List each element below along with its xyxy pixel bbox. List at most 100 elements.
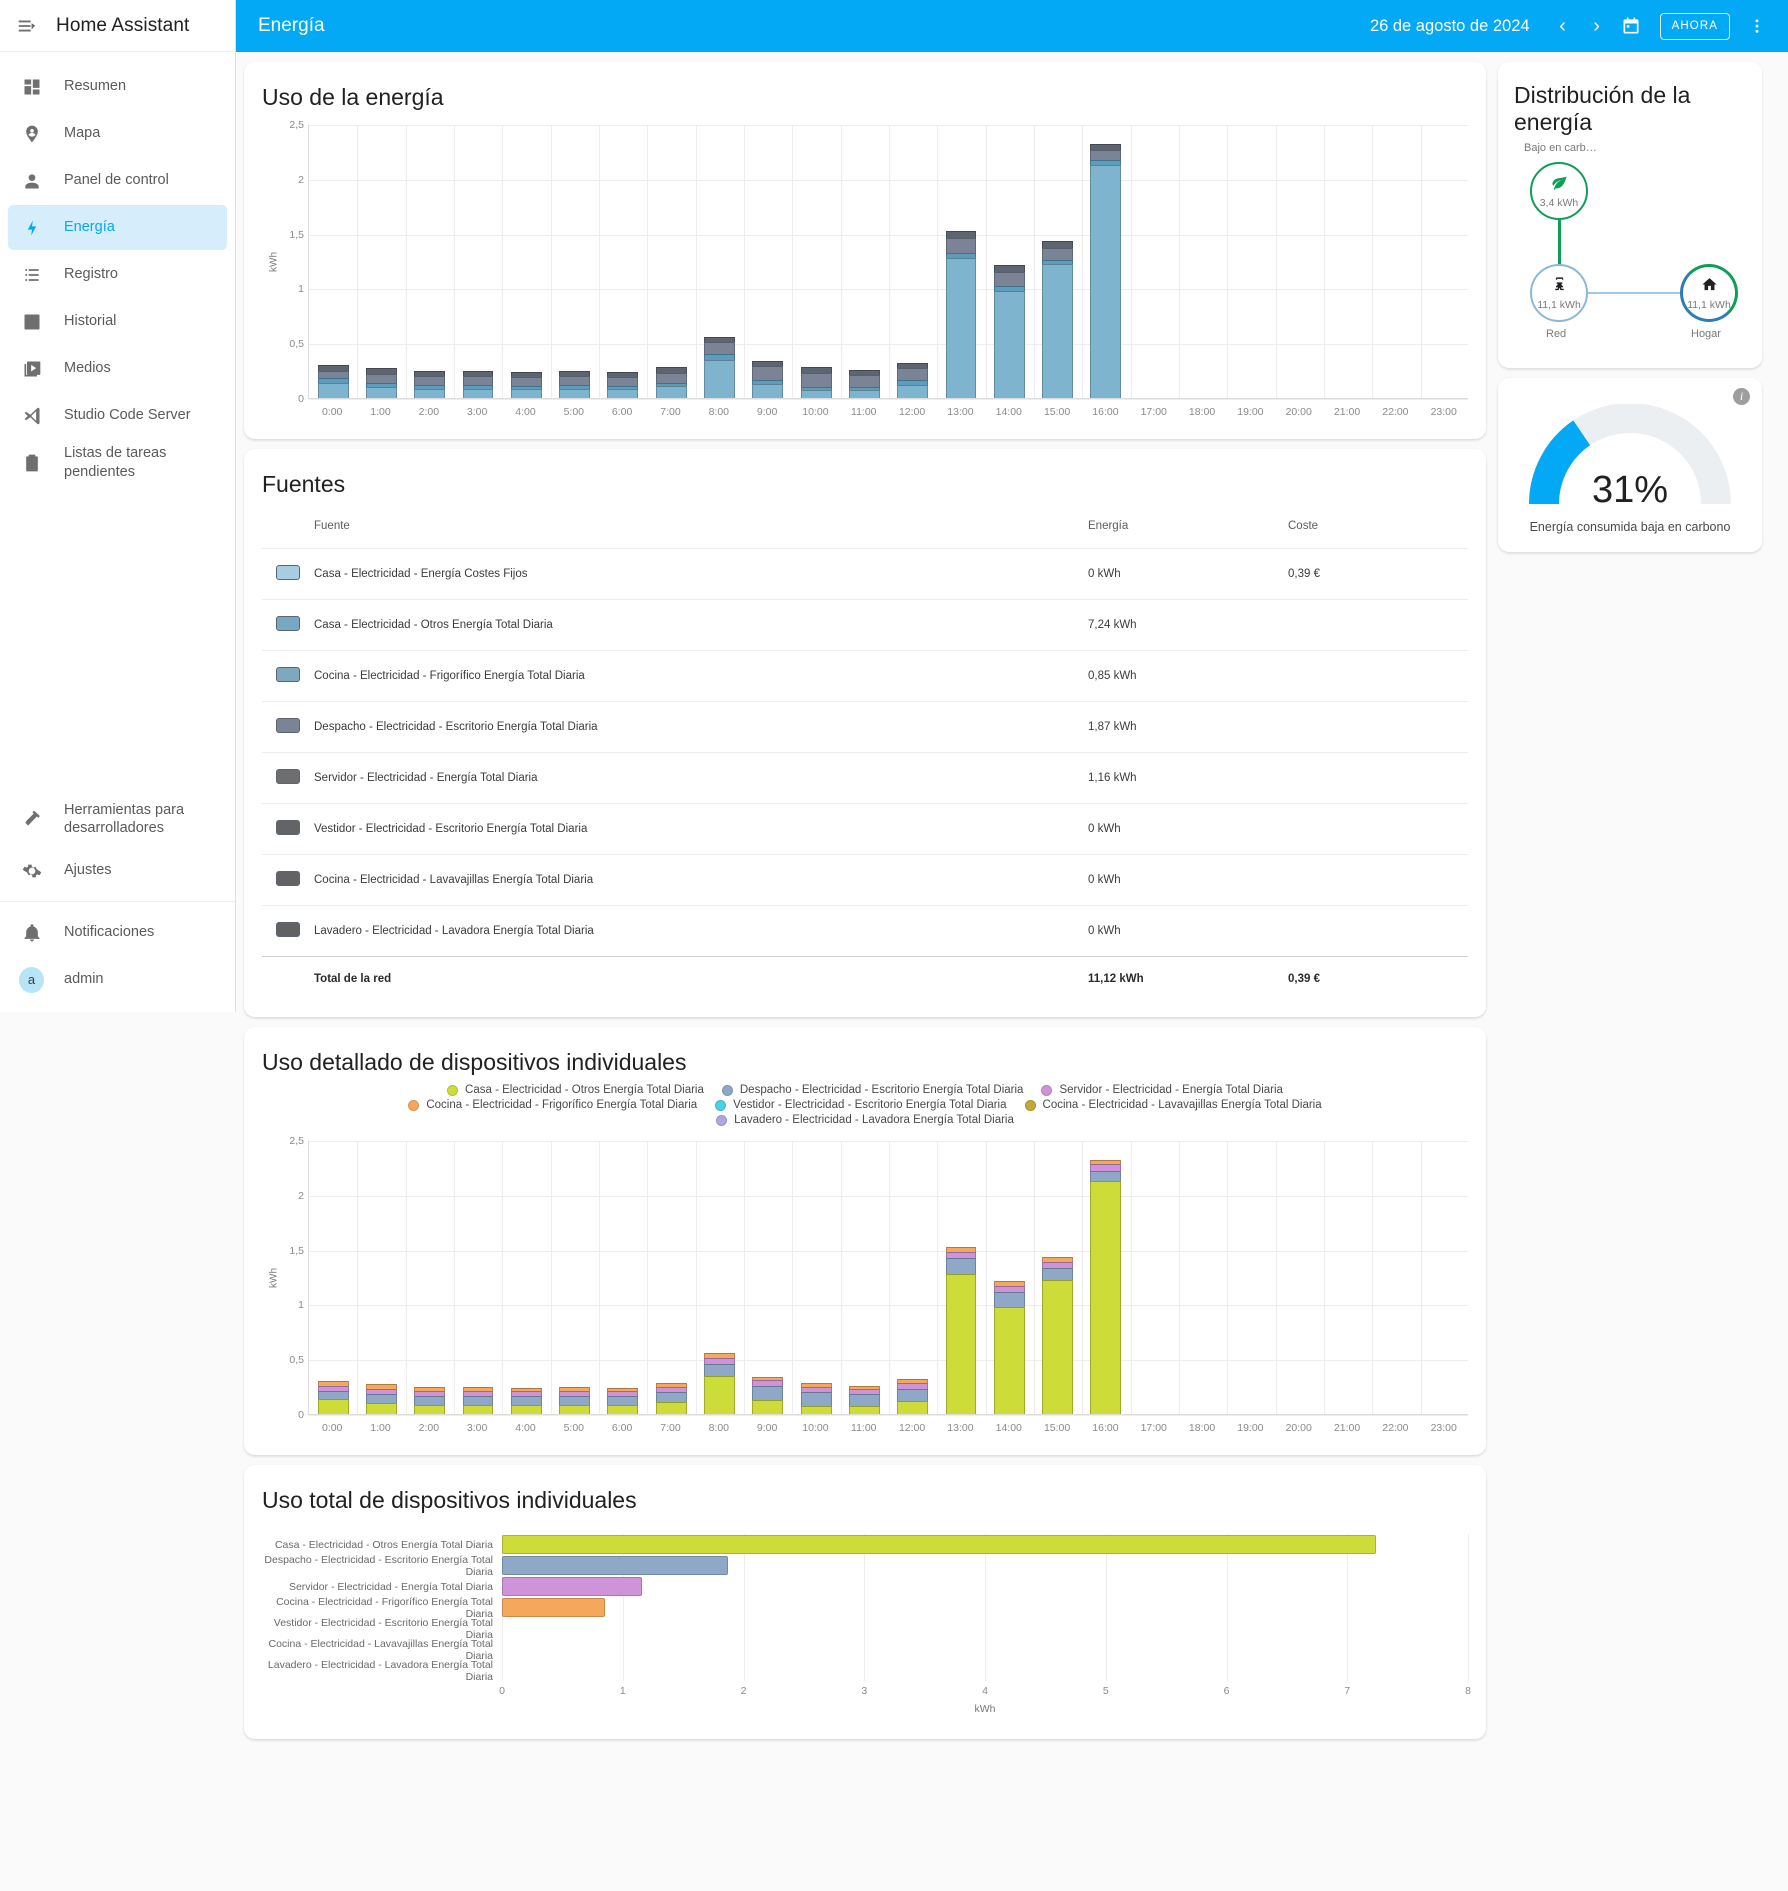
table-row[interactable]: Servidor - Electricidad - Energía Total … (262, 753, 1468, 804)
stacked-bar[interactable] (801, 367, 832, 398)
stacked-bar[interactable] (366, 368, 397, 398)
bar-slot[interactable] (695, 1141, 743, 1414)
hbar-row[interactable]: Vestidor - Electricidad - Escritorio Ene… (262, 1618, 1468, 1639)
next-period-button[interactable]: › (1580, 9, 1614, 43)
bar-slot[interactable] (1130, 125, 1178, 398)
bar-slot[interactable] (1130, 1141, 1178, 1414)
bar-slot[interactable] (550, 1141, 598, 1414)
bar-slot[interactable] (1227, 125, 1275, 398)
stacked-bar[interactable] (318, 1381, 349, 1414)
table-row[interactable]: Cocina - Electricidad - Lavavajillas Ene… (262, 855, 1468, 906)
bar-slot[interactable] (309, 1141, 357, 1414)
bar-slot[interactable] (985, 1141, 1033, 1414)
hbar-row[interactable]: Despacho - Electricidad - Escritorio Ene… (262, 1555, 1468, 1576)
legend-item[interactable]: Lavadero - Electricidad - Lavadora Energ… (716, 1114, 1014, 1126)
info-icon[interactable]: i (1733, 388, 1750, 405)
bar-slot[interactable] (599, 125, 647, 398)
table-row[interactable]: Casa - Electricidad - Otros Energía Tota… (262, 600, 1468, 651)
bar-slot[interactable] (502, 1141, 550, 1414)
stacked-bar[interactable] (752, 361, 783, 398)
bar-slot[interactable] (647, 1141, 695, 1414)
stacked-bar[interactable] (318, 365, 349, 398)
table-row[interactable]: Vestidor - Electricidad - Escritorio Ene… (262, 804, 1468, 855)
legend-item[interactable]: Casa - Electricidad - Otros Energía Tota… (447, 1084, 704, 1096)
stacked-bar[interactable] (1042, 241, 1073, 398)
bar-slot[interactable] (1178, 125, 1226, 398)
stacked-bar[interactable] (849, 1386, 880, 1414)
stacked-bar[interactable] (849, 370, 880, 398)
legend-item[interactable]: Vestidor - Electricidad - Escritorio Ene… (715, 1099, 1006, 1111)
bar-slot[interactable] (792, 1141, 840, 1414)
menu-collapse-icon[interactable] (16, 15, 38, 37)
bar-slot[interactable] (1033, 125, 1081, 398)
bar-slot[interactable] (792, 125, 840, 398)
sidebar-item-medios[interactable]: Medios (8, 346, 227, 391)
hbar-row[interactable]: Cocina - Electricidad - Frigorífico Ener… (262, 1597, 1468, 1618)
stacked-bar[interactable] (511, 1388, 542, 1414)
bar-slot[interactable] (840, 1141, 888, 1414)
bar-slot[interactable] (889, 125, 937, 398)
sidebar-item-notificaciones[interactable]: Notificaciones (8, 910, 227, 955)
device-detail-chart[interactable]: 00,511,522,5kWh0:001:002:003:004:005:006… (244, 1131, 1486, 1455)
bar-slot[interactable] (406, 125, 454, 398)
bar-slot[interactable] (1178, 1141, 1226, 1414)
stacked-bar[interactable] (897, 1379, 928, 1414)
table-row[interactable]: Lavadero - Electricidad - Lavadora Energ… (262, 906, 1468, 957)
stacked-bar[interactable] (656, 367, 687, 398)
bar-slot[interactable] (1372, 1141, 1420, 1414)
bar-slot[interactable] (357, 125, 405, 398)
energy-usage-chart[interactable]: 00,511,522,5kWh0:001:002:003:004:005:006… (244, 115, 1486, 439)
stacked-bar[interactable] (1042, 1257, 1073, 1414)
hbar-row[interactable]: Servidor - Electricidad - Energía Total … (262, 1576, 1468, 1597)
home-node[interactable]: 11,1 kWh (1680, 264, 1738, 322)
stacked-bar[interactable] (994, 1281, 1025, 1414)
bar-slot[interactable] (1323, 1141, 1371, 1414)
bar-slot[interactable] (1420, 1141, 1468, 1414)
bar-slot[interactable] (1323, 125, 1371, 398)
stacked-bar[interactable] (414, 1387, 445, 1414)
bar-slot[interactable] (744, 1141, 792, 1414)
sidebar-item-registro[interactable]: Registro (8, 252, 227, 297)
sidebar-item-listas-de-tareas-pendientes[interactable]: Listas de tareas pendientes (8, 440, 227, 485)
stacked-bar[interactable] (463, 1387, 494, 1414)
sidebar-item-mapa[interactable]: Mapa (8, 111, 227, 156)
stacked-bar[interactable] (1090, 1160, 1121, 1414)
sidebar-item-studio-code-server[interactable]: Studio Code Server (8, 393, 227, 438)
stacked-bar[interactable] (801, 1383, 832, 1414)
stacked-bar[interactable] (414, 371, 445, 398)
legend-item[interactable]: Cocina - Electricidad - Frigorífico Ener… (408, 1099, 697, 1111)
bar-slot[interactable] (695, 125, 743, 398)
stacked-bar[interactable] (463, 371, 494, 398)
sidebar-item-admin[interactable]: a admin (8, 957, 227, 1002)
bar-slot[interactable] (937, 1141, 985, 1414)
bar-slot[interactable] (889, 1141, 937, 1414)
bar-slot[interactable] (599, 1141, 647, 1414)
device-total-chart[interactable]: Casa - Electricidad - Otros Energía Tota… (244, 1518, 1486, 1739)
bar-slot[interactable] (1275, 125, 1323, 398)
sidebar-item-historial[interactable]: Historial (8, 299, 227, 344)
stacked-bar[interactable] (607, 1388, 638, 1414)
bar-slot[interactable] (840, 125, 888, 398)
stacked-bar[interactable] (752, 1377, 783, 1414)
sidebar-item-energia[interactable]: Energía (8, 205, 227, 250)
stacked-bar[interactable] (607, 372, 638, 398)
sidebar-item-panel-de-control[interactable]: Panel de control (8, 158, 227, 203)
stacked-bar[interactable] (511, 372, 542, 398)
bar-slot[interactable] (1082, 1141, 1130, 1414)
stacked-bar[interactable] (366, 1384, 397, 1414)
bar-slot[interactable] (1275, 1141, 1323, 1414)
stacked-bar[interactable] (1090, 144, 1121, 398)
bar-slot[interactable] (744, 125, 792, 398)
stacked-bar[interactable] (704, 1353, 735, 1414)
table-row[interactable]: Despacho - Electricidad - Escritorio Ene… (262, 702, 1468, 753)
stacked-bar[interactable] (946, 1247, 977, 1414)
grid-node[interactable]: 11,1 kWh (1530, 264, 1588, 322)
legend-item[interactable]: Servidor - Electricidad - Energía Total … (1041, 1084, 1283, 1096)
previous-period-button[interactable]: ‹ (1546, 9, 1580, 43)
bar-slot[interactable] (357, 1141, 405, 1414)
hbar-row[interactable]: Casa - Electricidad - Otros Energía Tota… (262, 1534, 1468, 1555)
legend-item[interactable]: Despacho - Electricidad - Escritorio Ene… (722, 1084, 1024, 1096)
bar-slot[interactable] (985, 125, 1033, 398)
bar-slot[interactable] (454, 1141, 502, 1414)
now-button[interactable]: AHORA (1660, 13, 1730, 40)
